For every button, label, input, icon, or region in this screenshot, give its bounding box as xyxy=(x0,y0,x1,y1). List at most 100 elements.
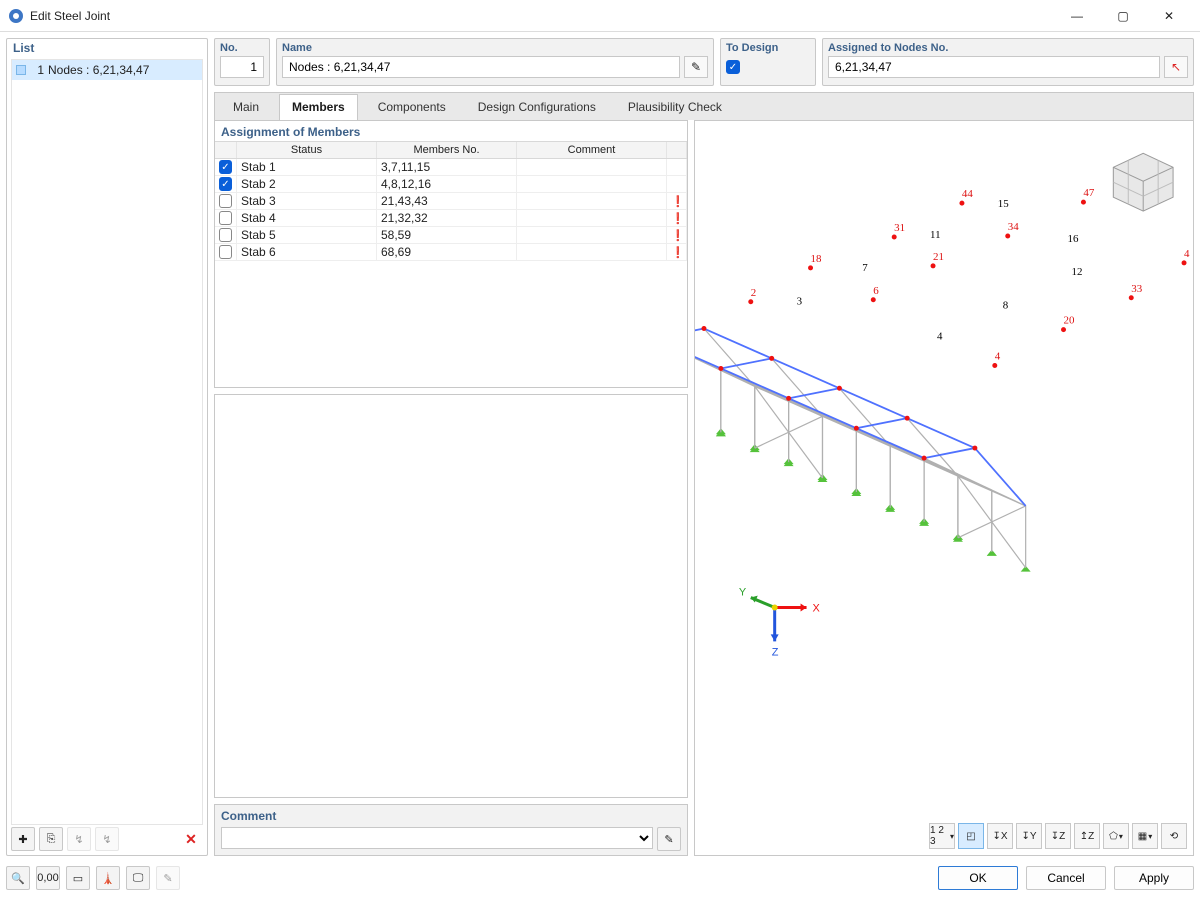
list-btn-b[interactable]: ↯ xyxy=(95,827,119,851)
axis-triad: X Y Z xyxy=(739,587,821,659)
footer-model-button[interactable]: 🗼 xyxy=(96,866,120,890)
field-name: Name ✎ xyxy=(276,38,714,86)
vp-numbering-button[interactable]: 1 2 3▾ xyxy=(929,823,955,849)
warning-icon: ❗ xyxy=(671,212,685,225)
cell-members: 58,59 xyxy=(377,227,517,243)
list-body[interactable]: 1 Nodes : 6,21,34,47 xyxy=(11,59,203,825)
field-nodes: Assigned to Nodes No. ↖ xyxy=(822,38,1194,86)
svg-text:Y: Y xyxy=(739,587,747,599)
svg-text:47: 47 xyxy=(1083,187,1094,199)
row-checkbox[interactable]: ✓ xyxy=(219,177,232,191)
vp-reset-button[interactable]: ⟲ xyxy=(1161,823,1187,849)
table-row[interactable]: ✓Stab 13,7,11,15 xyxy=(215,159,687,176)
list-item-text: Nodes : 6,21,34,47 xyxy=(48,63,149,77)
footer-search-button[interactable]: 🔍 xyxy=(6,866,30,890)
tab-components[interactable]: Components xyxy=(366,95,458,120)
cell-members: 3,7,11,15 xyxy=(377,159,517,175)
todesign-checkbox[interactable]: ✓ xyxy=(726,60,740,74)
titlebar: Edit Steel Joint — ▢ ✕ xyxy=(0,0,1200,32)
table-row[interactable]: Stab 668,69❗ xyxy=(215,244,687,261)
list-copy-button[interactable]: ⎘ xyxy=(39,827,63,851)
svg-text:20: 20 xyxy=(1064,315,1075,327)
tab-members[interactable]: Members xyxy=(279,94,358,121)
row-checkbox[interactable]: ✓ xyxy=(219,160,232,174)
field-todesign-label: To Design xyxy=(726,42,810,54)
field-name-input[interactable] xyxy=(282,56,680,78)
field-no-label: No. xyxy=(220,42,264,54)
ok-button[interactable]: OK xyxy=(938,866,1018,890)
list-new-button[interactable]: ✚ xyxy=(11,827,35,851)
members-panel-title: Assignment of Members xyxy=(215,121,687,141)
field-nodes-input[interactable] xyxy=(828,56,1160,78)
svg-text:4: 4 xyxy=(1184,248,1190,260)
cancel-button[interactable]: Cancel xyxy=(1026,866,1106,890)
window-close[interactable]: ✕ xyxy=(1146,1,1192,31)
tab-main[interactable]: Main xyxy=(221,95,271,120)
footer-member-button[interactable]: ✎ xyxy=(156,866,180,890)
field-name-label: Name xyxy=(282,42,708,54)
row-checkbox[interactable] xyxy=(219,245,232,259)
comment-edit-button[interactable]: ✎ xyxy=(657,827,681,851)
row-checkbox[interactable] xyxy=(219,228,232,242)
window-maximize[interactable]: ▢ xyxy=(1100,1,1146,31)
comment-label: Comment xyxy=(221,809,681,823)
field-no-input[interactable] xyxy=(220,56,264,78)
list-item-type-icon xyxy=(16,65,26,75)
row-checkbox[interactable] xyxy=(219,194,232,208)
cell-members: 4,8,12,16 xyxy=(377,176,517,192)
apply-button[interactable]: Apply xyxy=(1114,866,1194,890)
cell-warn xyxy=(667,176,687,192)
warning-icon: ❗ xyxy=(671,195,685,208)
svg-text:3: 3 xyxy=(797,296,803,308)
nodes-pick-button[interactable]: ↖ xyxy=(1164,56,1188,78)
svg-text:Z: Z xyxy=(772,646,779,658)
vp-axis-x-button[interactable]: ↧X xyxy=(987,823,1013,849)
cell-warn: ❗ xyxy=(667,210,687,226)
footer-units-button[interactable]: 0,00 xyxy=(36,866,60,890)
pencil-icon: ✎ xyxy=(691,60,701,74)
cell-warn: ❗ xyxy=(667,227,687,243)
table-row[interactable]: Stab 321,43,43❗ xyxy=(215,193,687,210)
svg-text:12: 12 xyxy=(1071,266,1082,278)
name-edit-button[interactable]: ✎ xyxy=(684,56,708,78)
vp-display-button[interactable]: ▦▾ xyxy=(1132,823,1158,849)
svg-text:34: 34 xyxy=(1008,221,1019,233)
warning-icon: ❗ xyxy=(671,229,685,242)
cell-comment xyxy=(517,193,667,209)
cell-warn xyxy=(667,159,687,175)
table-row[interactable]: Stab 558,59❗ xyxy=(215,227,687,244)
content-area: Assignment of Members Status Members No.… xyxy=(214,120,1194,856)
footer-frame-button[interactable]: ▭ xyxy=(66,866,90,890)
vp-axis-y-button[interactable]: ↧Y xyxy=(1016,823,1042,849)
cell-status: Stab 6 xyxy=(237,244,377,260)
svg-text:2: 2 xyxy=(751,287,756,299)
tab-plausibility-check[interactable]: Plausibility Check xyxy=(616,95,734,120)
cell-comment xyxy=(517,176,667,192)
table-row[interactable]: ✓Stab 24,8,12,16 xyxy=(215,176,687,193)
vp-view-select-button[interactable]: ◰ xyxy=(958,823,984,849)
list-item[interactable]: 1 Nodes : 6,21,34,47 xyxy=(12,60,202,80)
window-minimize[interactable]: — xyxy=(1054,1,1100,31)
tab-design-configurations[interactable]: Design Configurations xyxy=(466,95,608,120)
list-delete-button[interactable]: ✕ xyxy=(179,827,203,851)
cell-comment xyxy=(517,159,667,175)
vp-axis-neg-z-button[interactable]: ↥Z xyxy=(1074,823,1100,849)
cell-warn: ❗ xyxy=(667,193,687,209)
svg-text:X: X xyxy=(813,603,821,615)
table-row[interactable]: Stab 421,32,32❗ xyxy=(215,210,687,227)
svg-text:16: 16 xyxy=(1068,233,1079,245)
svg-text:11: 11 xyxy=(930,229,941,241)
footer-monitor-button[interactable]: 🖵 xyxy=(126,866,150,890)
cell-status: Stab 3 xyxy=(237,193,377,209)
list-btn-a[interactable]: ↯ xyxy=(67,827,91,851)
vp-axis-z-button[interactable]: ↧Z xyxy=(1045,823,1071,849)
cell-warn: ❗ xyxy=(667,244,687,260)
viewport-3d[interactable]: 44473134182126433204 151116731284 xyxy=(694,120,1194,856)
svg-text:4: 4 xyxy=(937,331,943,343)
comment-select[interactable] xyxy=(221,827,653,849)
field-todesign: To Design ✓ xyxy=(720,38,816,86)
members-grid[interactable]: Status Members No. Comment ✓Stab 13,7,11… xyxy=(215,141,687,261)
vp-isometric-button[interactable]: ⬠▾ xyxy=(1103,823,1129,849)
cell-comment xyxy=(517,227,667,243)
row-checkbox[interactable] xyxy=(219,211,232,225)
